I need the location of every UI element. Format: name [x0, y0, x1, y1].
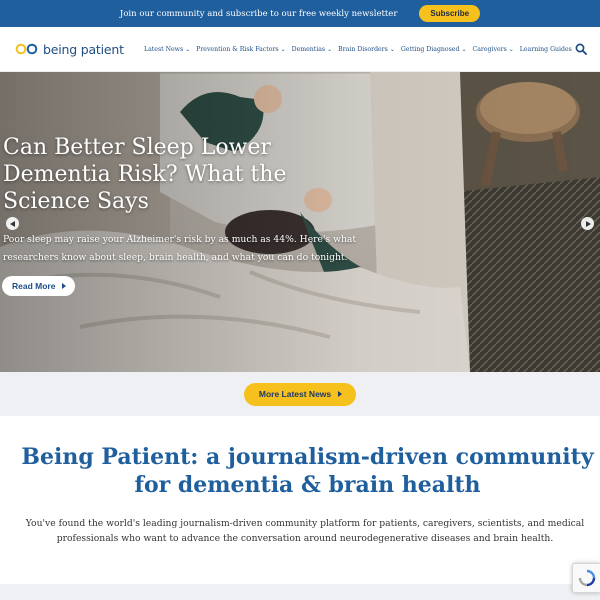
- more-latest-news-label: More Latest News: [258, 389, 332, 399]
- hero-image: [0, 72, 600, 372]
- nav-item-label: Latest News: [144, 45, 184, 53]
- hero-slider: Can Better Sleep Lower Dementia Risk? Wh…: [0, 72, 600, 372]
- nav-item-learning-guides[interactable]: Learning Guides: [520, 46, 572, 53]
- nav-item-brain-disorders[interactable]: Brain Disorders ⌄: [338, 46, 395, 53]
- nav-item-label: Getting Diagnosed: [400, 45, 460, 53]
- play-arrow-icon: [338, 391, 343, 397]
- chevron-down-icon: ⌄: [389, 45, 395, 53]
- nav-item-dementias[interactable]: Dementias ⌄: [292, 46, 333, 53]
- main-nav: being patient Latest News ⌄ Prevention & …: [0, 27, 600, 72]
- section-divider: [0, 584, 600, 600]
- chevron-down-icon: ⌄: [327, 45, 333, 53]
- nav-item-prevention[interactable]: Prevention & Risk Factors ⌄: [196, 46, 285, 53]
- nav-item-label: Learning Guides: [519, 45, 572, 53]
- nav-item-caregivers[interactable]: Caregivers ⌄: [472, 46, 513, 53]
- nav-item-label: Prevention & Risk Factors: [196, 45, 279, 53]
- intro-heading: Being Patient: a journalism-driven commu…: [21, 444, 594, 498]
- nav-item-label: Brain Disorders: [338, 45, 388, 53]
- read-more-button[interactable]: Read More: [2, 276, 76, 296]
- nav-item-label: Caregivers: [472, 45, 507, 53]
- chevron-down-icon: ⌄: [461, 45, 467, 53]
- chevron-down-icon: ⌄: [185, 45, 191, 53]
- chevron-right-icon: [585, 220, 591, 227]
- logo-text: being patient: [43, 41, 124, 57]
- site-logo[interactable]: being patient: [15, 42, 140, 57]
- hero-subtitle: Poor sleep may raise your Alzheimer's ri…: [3, 234, 357, 263]
- nav-item-label: Dementias: [291, 45, 326, 53]
- newsletter-banner: Join our community and subscribe to our …: [0, 0, 600, 27]
- nav-menu: Latest News ⌄ Prevention & Risk Factors ⌄ …: [144, 46, 578, 53]
- search-icon[interactable]: [575, 43, 587, 55]
- recaptcha-icon: [578, 569, 595, 587]
- banner-text: Join our community and subscribe to our …: [119, 8, 398, 19]
- nav-item-getting-diagnosed[interactable]: Getting Diagnosed ⌄: [401, 46, 467, 53]
- subscribe-button[interactable]: Subscribe: [419, 5, 481, 22]
- latest-news-band: More Latest News: [0, 372, 600, 416]
- read-more-label: Read More: [12, 281, 56, 291]
- play-arrow-icon: [62, 283, 67, 289]
- hero-title[interactable]: Can Better Sleep Lower Dementia Risk? Wh…: [3, 134, 323, 215]
- intro-paragraph: You've found the world's leading journal…: [25, 518, 585, 544]
- infinity-logo-icon: [15, 43, 38, 55]
- more-latest-news-button[interactable]: More Latest News: [243, 382, 357, 406]
- chevron-down-icon: ⌄: [508, 45, 514, 53]
- slider-prev-button[interactable]: [6, 217, 19, 230]
- chevron-down-icon: ⌄: [280, 45, 286, 53]
- recaptcha-badge[interactable]: [572, 563, 600, 593]
- slider-next-button[interactable]: [581, 217, 594, 230]
- nav-item-latest-news[interactable]: Latest News ⌄: [144, 46, 190, 53]
- chevron-left-icon: [9, 220, 15, 227]
